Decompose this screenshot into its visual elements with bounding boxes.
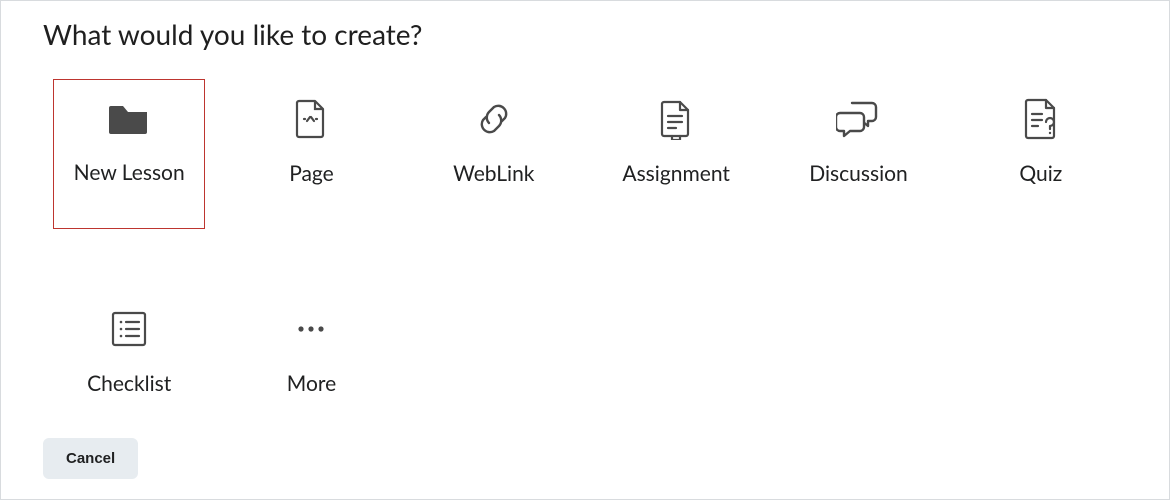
more-icon	[291, 307, 331, 351]
dialog-title: What would you like to create?	[43, 17, 1127, 51]
option-new-lesson[interactable]: New Lesson	[53, 79, 205, 229]
option-label: New Lesson	[74, 160, 185, 185]
create-dialog: What would you like to create? New Lesso…	[0, 0, 1170, 500]
option-page[interactable]: Page	[235, 79, 387, 229]
quiz-icon	[1022, 97, 1060, 141]
option-label: WebLink	[453, 161, 534, 186]
option-label: More	[287, 371, 336, 396]
option-label: Assignment	[622, 161, 730, 186]
dialog-footer: Cancel	[43, 438, 138, 479]
option-label: Quiz	[1019, 161, 1062, 186]
link-icon	[472, 97, 516, 141]
option-more[interactable]: More	[235, 289, 387, 439]
assignment-icon	[658, 97, 694, 141]
folder-icon	[107, 96, 151, 140]
discussion-icon	[836, 97, 880, 141]
cancel-button[interactable]: Cancel	[43, 438, 138, 479]
option-weblink[interactable]: WebLink	[418, 79, 570, 229]
option-label: Discussion	[809, 161, 907, 186]
page-icon	[295, 97, 327, 141]
option-assignment[interactable]: Assignment	[600, 79, 752, 229]
option-label: Checklist	[87, 371, 171, 396]
option-checklist[interactable]: Checklist	[53, 289, 205, 439]
options-grid: New Lesson Page WebLink	[53, 79, 1117, 439]
option-quiz[interactable]: Quiz	[965, 79, 1117, 229]
option-discussion[interactable]: Discussion	[782, 79, 934, 229]
option-label: Page	[289, 161, 334, 186]
checklist-icon	[110, 307, 148, 351]
